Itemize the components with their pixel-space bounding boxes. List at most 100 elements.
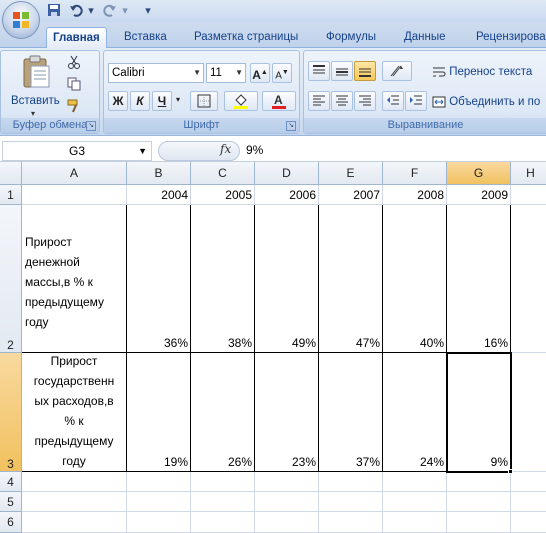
align-middle-button[interactable] (331, 61, 353, 81)
cell-d2[interactable]: 49% (255, 205, 319, 353)
cell-e4[interactable] (319, 472, 383, 492)
tab-review[interactable]: Рецензирова (470, 27, 546, 48)
format-painter-icon[interactable] (67, 99, 81, 116)
clipboard-launcher-icon[interactable]: ↘ (86, 121, 96, 131)
office-button[interactable] (2, 1, 40, 39)
cell-c1[interactable]: 2005 (191, 185, 255, 205)
cell-d6[interactable] (255, 512, 319, 533)
cell-b3[interactable]: 19% (127, 353, 191, 472)
formula-input[interactable]: 9% (246, 143, 263, 157)
cell-e5[interactable] (319, 492, 383, 512)
cell-f4[interactable] (383, 472, 447, 492)
wrap-text-button[interactable]: Перенос текста (432, 61, 546, 83)
cell-b4[interactable] (127, 472, 191, 492)
cell-h4[interactable] (511, 472, 546, 492)
column-header-selected[interactable]: G (447, 162, 511, 185)
customize-toolbar-icon[interactable]: ▾ (142, 3, 154, 19)
paste-dropdown-icon[interactable]: ▾ (31, 109, 35, 118)
align-right-button[interactable] (354, 91, 376, 111)
align-center-button[interactable] (331, 91, 353, 111)
cell-a2[interactable]: Прирост денежной массы,в % к предыдущему… (22, 205, 127, 353)
cell-g1[interactable]: 2009 (447, 185, 511, 205)
undo-icon[interactable] (68, 3, 84, 19)
cell-b2[interactable]: 36% (127, 205, 191, 353)
cell-a5[interactable] (22, 492, 127, 512)
insert-function-icon[interactable]: fx (220, 142, 231, 156)
orientation-button[interactable] (382, 61, 412, 81)
cell-h6[interactable] (511, 512, 546, 533)
font-name-select[interactable]: Calibri ▼ (108, 63, 204, 83)
align-top-button[interactable] (308, 61, 330, 81)
cell-d5[interactable] (255, 492, 319, 512)
cell-c3[interactable]: 26% (191, 353, 255, 472)
paste-button[interactable]: Вставить ▾ (11, 55, 60, 118)
decrease-indent-button[interactable] (382, 91, 404, 111)
cell-f6[interactable] (383, 512, 447, 533)
underline-button[interactable]: Ч (152, 91, 172, 111)
undo-dropdown-icon[interactable]: ▾ (86, 3, 96, 19)
fill-color-button[interactable] (224, 91, 258, 111)
cell-g3[interactable]: 9% (447, 353, 511, 472)
redo-icon[interactable] (102, 3, 118, 19)
cell-e1[interactable]: 2007 (319, 185, 383, 205)
cell-d4[interactable] (255, 472, 319, 492)
cell-b5[interactable] (127, 492, 191, 512)
tab-page-layout[interactable]: Разметка страницы (188, 27, 304, 48)
cell-e6[interactable] (319, 512, 383, 533)
shrink-font-button[interactable]: A▼ (272, 63, 292, 83)
cell-f2[interactable]: 40% (383, 205, 447, 353)
tab-insert[interactable]: Вставка (118, 27, 173, 48)
align-left-button[interactable] (308, 91, 330, 111)
underline-dropdown-icon[interactable]: ▾ (173, 91, 183, 111)
column-header[interactable]: B (127, 162, 191, 185)
cell-b1[interactable]: 2004 (127, 185, 191, 205)
cell-c5[interactable] (191, 492, 255, 512)
cell-h1[interactable] (511, 185, 546, 205)
row-header[interactable]: 6 (0, 512, 22, 533)
cell-g6[interactable] (447, 512, 511, 533)
tab-home[interactable]: Главная (46, 27, 107, 48)
cell-f1[interactable]: 2008 (383, 185, 447, 205)
cell-b6[interactable] (127, 512, 191, 533)
cell-c2[interactable]: 38% (191, 205, 255, 353)
italic-button[interactable]: К (130, 91, 150, 111)
cell-g5[interactable] (447, 492, 511, 512)
row-header[interactable]: 2 (0, 205, 22, 353)
column-header[interactable]: A (22, 162, 127, 185)
bold-button[interactable]: Ж (108, 91, 128, 111)
save-icon[interactable] (46, 3, 62, 19)
row-header[interactable]: 1 (0, 185, 22, 205)
cell-a4[interactable] (22, 472, 127, 492)
redo-dropdown-icon[interactable]: ▾ (120, 3, 130, 19)
cut-icon[interactable] (67, 55, 81, 72)
align-bottom-button[interactable] (354, 61, 376, 81)
cell-g4[interactable] (447, 472, 511, 492)
font-size-select[interactable]: 11 ▼ (206, 63, 246, 83)
cell-h5[interactable] (511, 492, 546, 512)
row-header[interactable]: 4 (0, 472, 22, 492)
merge-center-button[interactable]: Объединить и по (432, 91, 546, 113)
cell-a6[interactable] (22, 512, 127, 533)
column-header[interactable]: E (319, 162, 383, 185)
copy-icon[interactable] (67, 77, 81, 94)
column-header[interactable]: F (383, 162, 447, 185)
name-box[interactable]: G3 ▼ (2, 141, 152, 161)
cell-c6[interactable] (191, 512, 255, 533)
cell-d1[interactable]: 2006 (255, 185, 319, 205)
cell-c4[interactable] (191, 472, 255, 492)
row-header[interactable]: 5 (0, 492, 22, 512)
cell-e2[interactable]: 47% (319, 205, 383, 353)
cell-d3[interactable]: 23% (255, 353, 319, 472)
cell-f5[interactable] (383, 492, 447, 512)
column-header[interactable]: D (255, 162, 319, 185)
row-header-selected[interactable]: 3 (0, 353, 22, 472)
cell-e3[interactable]: 37% (319, 353, 383, 472)
cell-a3[interactable]: Прирост государственн ых расходов,в % к … (22, 353, 127, 472)
select-all-corner[interactable] (0, 162, 22, 185)
cell-h3[interactable] (511, 353, 546, 472)
tab-data[interactable]: Данные (398, 27, 452, 48)
tab-formulas[interactable]: Формулы (320, 27, 382, 48)
fill-handle[interactable] (508, 469, 513, 474)
font-launcher-icon[interactable]: ↘ (286, 121, 296, 131)
cell-f3[interactable]: 24% (383, 353, 447, 472)
